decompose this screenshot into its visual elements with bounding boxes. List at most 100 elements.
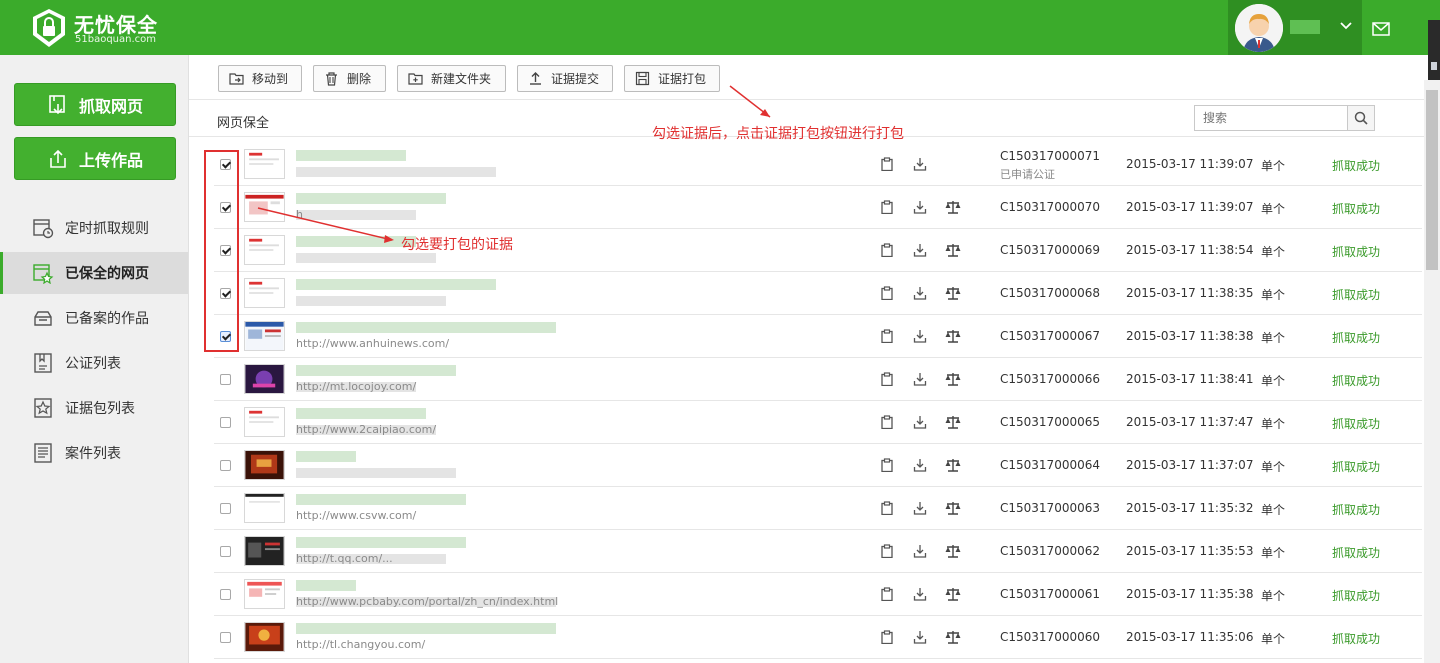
mail-icon[interactable] <box>1372 22 1390 36</box>
scale-icon[interactable] <box>945 587 961 601</box>
table-row[interactable]: C150317000068 2015-03-17 11:38:35 单个 抓取成功 <box>214 272 1422 315</box>
clipboard-icon[interactable] <box>880 630 894 644</box>
sidebar-item-filed-works[interactable]: 已备案的作品 <box>0 297 188 339</box>
download-icon[interactable] <box>913 329 927 343</box>
clipboard-icon[interactable] <box>880 544 894 558</box>
list-scrollbar-thumb[interactable] <box>1426 90 1438 270</box>
scale-icon[interactable] <box>945 458 961 472</box>
user-menu[interactable] <box>1228 0 1362 55</box>
sidebar-item-evidence-packages[interactable]: 证据包列表 <box>0 387 188 429</box>
table-row[interactable]: http://mt.locojoy.com/C150317000066 2015-… <box>214 358 1422 401</box>
row-url[interactable]: http://mt.locojoy.com/ <box>296 380 416 393</box>
clipboard-icon[interactable] <box>880 415 894 429</box>
row-checkbox[interactable] <box>220 546 231 557</box>
sidebar-item-timer-rules[interactable]: 定时抓取规则 <box>0 207 188 249</box>
clipboard-icon[interactable] <box>880 329 894 343</box>
scale-icon[interactable] <box>945 372 961 386</box>
page-thumbnail[interactable] <box>244 579 285 609</box>
blurred-title[interactable] <box>296 623 556 634</box>
page-thumbnail[interactable] <box>244 407 285 437</box>
download-icon[interactable] <box>913 415 927 429</box>
page-thumbnail[interactable] <box>244 450 285 480</box>
sidebar-item-notary-list[interactable]: 公证列表 <box>0 342 188 384</box>
move-to-button[interactable]: 移动到 <box>218 65 302 92</box>
blurred-title[interactable] <box>296 365 456 376</box>
sidebar-item-case-list[interactable]: 案件列表 <box>0 432 188 474</box>
logo[interactable]: 无忧保全 51baoquan.com <box>32 6 172 50</box>
download-icon[interactable] <box>913 544 927 558</box>
download-icon[interactable] <box>913 157 927 171</box>
table-row[interactable]: h C150317000070 2015-03-17 11:39:07 单个 抓取成功 <box>214 186 1422 229</box>
blurred-title[interactable] <box>296 279 496 290</box>
blurred-title[interactable] <box>296 193 446 204</box>
row-checkbox[interactable] <box>220 460 231 471</box>
blurred-title[interactable] <box>296 408 426 419</box>
download-icon[interactable] <box>913 286 927 300</box>
row-url[interactable]: h <box>296 208 303 221</box>
package-evidence-button[interactable]: 证据打包 <box>624 65 720 92</box>
chevron-down-icon[interactable] <box>1339 19 1353 33</box>
row-url[interactable]: http://www.csvw.com/ <box>296 509 416 522</box>
row-url[interactable]: http://tl.changyou.com/ <box>296 638 425 651</box>
scale-icon[interactable] <box>945 200 961 214</box>
download-icon[interactable] <box>913 587 927 601</box>
page-thumbnail[interactable] <box>244 364 285 394</box>
download-icon[interactable] <box>913 372 927 386</box>
blurred-title[interactable] <box>296 322 556 333</box>
clipboard-icon[interactable] <box>880 501 894 515</box>
scale-icon[interactable] <box>945 501 961 515</box>
table-row[interactable]: C150317000071 已申请公证 2015-03-17 11:39:07 单个 抓… <box>214 143 1422 186</box>
window-scrollbar[interactable] <box>1428 20 1440 80</box>
scale-icon[interactable] <box>945 415 961 429</box>
blurred-title[interactable] <box>296 451 356 462</box>
download-icon[interactable] <box>913 243 927 257</box>
row-url[interactable]: http://www.anhuinews.com/ <box>296 337 449 350</box>
download-icon[interactable] <box>913 458 927 472</box>
download-icon[interactable] <box>913 200 927 214</box>
clipboard-icon[interactable] <box>880 243 894 257</box>
new-folder-button[interactable]: 新建文件夹 <box>397 65 506 92</box>
row-checkbox[interactable] <box>220 632 231 643</box>
row-checkbox[interactable] <box>220 374 231 385</box>
scale-icon[interactable] <box>945 329 961 343</box>
clipboard-icon[interactable] <box>880 157 894 171</box>
table-row[interactable]: http://t.qq.com/... C150317000062 2015-03-… <box>214 530 1422 573</box>
delete-button[interactable]: 删除 <box>313 65 386 92</box>
table-row[interactable]: http://www.csvw.com/C150317000063 2015-03… <box>214 487 1422 530</box>
blurred-title[interactable] <box>296 494 466 505</box>
page-thumbnail[interactable] <box>244 149 285 179</box>
row-url[interactable]: http://www.pcbaby.com/portal/zh_cn/index… <box>296 595 558 608</box>
blurred-title[interactable] <box>296 580 356 591</box>
row-checkbox[interactable] <box>220 589 231 600</box>
scale-icon[interactable] <box>945 544 961 558</box>
page-thumbnail[interactable] <box>244 235 285 265</box>
clipboard-icon[interactable] <box>880 372 894 386</box>
blurred-title[interactable] <box>296 236 416 247</box>
download-icon[interactable] <box>913 630 927 644</box>
page-thumbnail[interactable] <box>244 493 285 523</box>
blurred-title[interactable] <box>296 150 406 161</box>
scale-icon[interactable] <box>945 243 961 257</box>
scale-icon[interactable] <box>945 630 961 644</box>
search-button[interactable] <box>1347 106 1374 130</box>
row-url[interactable]: http://t.qq.com/... <box>296 552 393 565</box>
row-checkbox[interactable] <box>220 417 231 428</box>
row-url[interactable]: http://www.2caipiao.com/ <box>296 423 436 436</box>
search-input[interactable] <box>1195 106 1347 130</box>
table-row[interactable]: http://www.pcbaby.com/portal/zh_cn/index… <box>214 573 1422 616</box>
page-thumbnail[interactable] <box>244 278 285 308</box>
download-icon[interactable] <box>913 501 927 515</box>
upload-work-button[interactable]: 上传作品 <box>14 137 176 180</box>
table-row[interactable]: C150317000069 2015-03-17 11:38:54 单个 抓取成功 <box>214 229 1422 272</box>
page-thumbnail[interactable] <box>244 321 285 351</box>
clipboard-icon[interactable] <box>880 286 894 300</box>
page-thumbnail[interactable] <box>244 536 285 566</box>
clipboard-icon[interactable] <box>880 587 894 601</box>
blurred-title[interactable] <box>296 537 466 548</box>
sidebar-item-saved-pages[interactable]: 已保全的网页 <box>0 252 188 294</box>
clipboard-icon[interactable] <box>880 458 894 472</box>
table-row[interactable]: http://www.2caipiao.com/C150317000065 201… <box>214 401 1422 444</box>
table-row[interactable]: C150317000064 2015-03-17 11:37:07 单个 抓取成功 <box>214 444 1422 487</box>
submit-evidence-button[interactable]: 证据提交 <box>517 65 613 92</box>
table-row[interactable]: http://tl.changyou.com/C150317000060 2015… <box>214 616 1422 659</box>
